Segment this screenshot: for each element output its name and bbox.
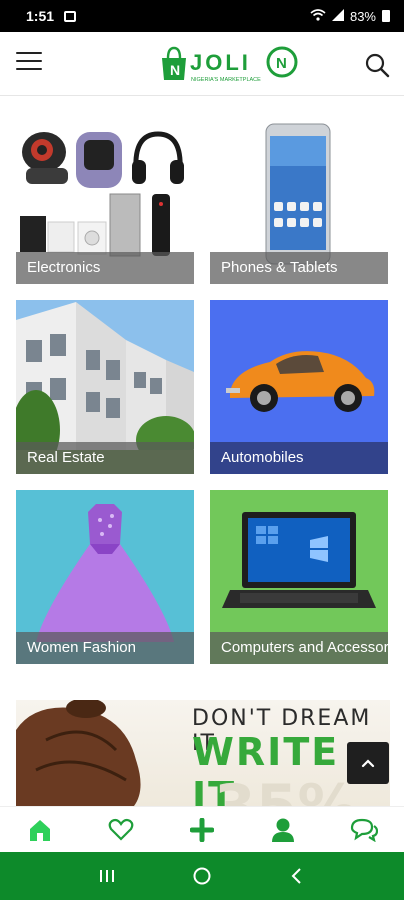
banner-line-3: 35% (214, 772, 358, 806)
nav-favorites[interactable] (101, 812, 141, 848)
heart-icon (108, 818, 134, 841)
svg-text:N: N (170, 62, 180, 78)
category-label: Phones & Tablets (210, 252, 388, 284)
category-label: Computers and Accessories (210, 632, 388, 664)
chevron-up-icon (361, 759, 375, 768)
status-bar: 1:51 83% (0, 0, 404, 32)
category-label: Real Estate (16, 442, 194, 474)
category-label: Automobiles (210, 442, 388, 474)
svg-text:JOLI: JOLI (190, 50, 251, 75)
nav-home[interactable] (20, 812, 60, 848)
category-tile-real-estate[interactable]: Real Estate (16, 300, 194, 474)
svg-text:N: N (276, 55, 287, 72)
nav-post-ad[interactable] (182, 812, 222, 848)
plus-icon (189, 817, 214, 842)
system-nav-bar (0, 852, 404, 900)
back-icon[interactable] (277, 861, 317, 891)
battery-icon (382, 10, 390, 22)
banner-person-image (16, 700, 141, 806)
category-tile-computers-accessories[interactable]: Computers and Accessories (210, 490, 388, 664)
app-header: N JOLI N NIGERIA'S MARKETPLACE (0, 32, 404, 96)
category-tile-automobiles[interactable]: Automobiles (210, 300, 388, 474)
search-icon[interactable] (364, 52, 390, 78)
home-button-icon[interactable] (182, 861, 222, 891)
status-right: 83% (310, 8, 390, 24)
signal-icon (331, 8, 344, 24)
svg-text:NIGERIA'S MARKETPLACE: NIGERIA'S MARKETPLACE (191, 77, 261, 83)
category-tile-women-fashion[interactable]: Women Fashion (16, 490, 194, 664)
promo-banner[interactable]: DON'T DREAM IT WRITE IT 35% (16, 700, 390, 806)
battery-level: 83% (349, 8, 376, 24)
joli-logo[interactable]: N JOLI N NIGERIA'S MARKETPLACE (160, 44, 300, 84)
bottom-nav (0, 806, 404, 852)
nav-messages[interactable] (344, 812, 384, 848)
hamburger-menu-icon[interactable] (16, 52, 42, 74)
category-label: Women Fashion (16, 632, 194, 664)
nav-profile[interactable] (263, 812, 303, 848)
gallery-icon (64, 10, 77, 22)
status-time: 1:51 (26, 8, 55, 24)
scroll-to-top-button[interactable] (347, 742, 389, 784)
wifi-icon (310, 8, 326, 24)
recent-apps-icon[interactable] (87, 861, 127, 891)
chat-icon (350, 818, 378, 842)
user-icon (271, 818, 294, 842)
home-icon (30, 819, 51, 841)
category-label: Electronics (16, 252, 194, 284)
category-tile-electronics[interactable]: Electronics (16, 110, 194, 284)
category-tile-phones-tablets[interactable]: Phones & Tablets (210, 110, 388, 284)
